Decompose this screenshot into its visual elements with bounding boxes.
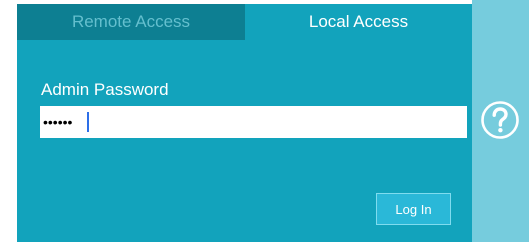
text-caret	[87, 112, 89, 132]
access-tabs: Remote Access Local Access	[17, 4, 472, 40]
question-circle-icon[interactable]	[480, 100, 520, 140]
tab-remote-access[interactable]: Remote Access	[17, 4, 245, 40]
log-in-button[interactable]: Log In	[376, 193, 451, 225]
admin-password-input[interactable]	[40, 106, 467, 138]
login-screen: Remote Access Local Access Admin Passwor…	[0, 0, 529, 242]
admin-password-label: Admin Password	[41, 80, 169, 99]
access-panel: Remote Access Local Access Admin Passwor…	[17, 4, 472, 242]
tab-local-access[interactable]: Local Access	[245, 4, 472, 40]
